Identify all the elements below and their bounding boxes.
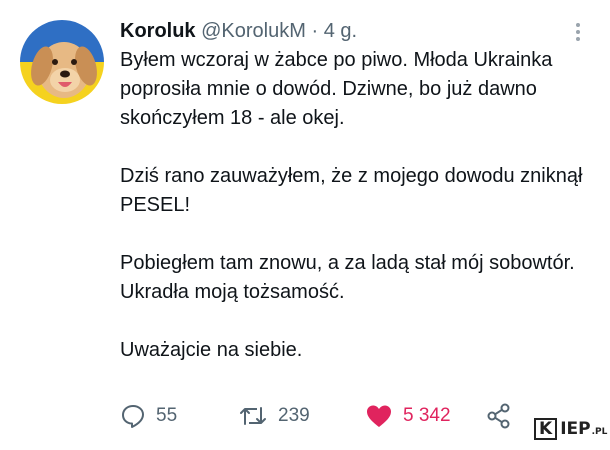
watermark-suffix: .PL	[591, 427, 608, 437]
tweet-paragraph: Pobiegłem tam znowu, a za ladą stał mój …	[120, 252, 575, 303]
reply-button[interactable]: 55	[120, 400, 177, 432]
header-separator: ·	[311, 20, 319, 42]
tweet-paragraph: Byłem wczoraj w żabce po piwo. Młoda Ukr…	[120, 49, 553, 129]
watermark-text: IEP	[560, 419, 591, 439]
tweet-paragraph: Uważajcie na siebie.	[120, 339, 303, 361]
tweet-paragraph: Dziś rano zauważyłem, że z mojego dowodu…	[120, 165, 583, 216]
share-button[interactable]	[485, 400, 513, 432]
reply-icon	[122, 405, 144, 428]
watermark-letter: K	[534, 418, 558, 440]
heart-icon	[367, 405, 391, 427]
like-button[interactable]: 5 342	[365, 400, 451, 432]
retweet-button[interactable]: 239	[238, 400, 310, 432]
tweet-header: Koroluk @KorolukM · 4 g.	[120, 17, 357, 45]
dog-avatar-icon	[20, 20, 104, 104]
avatar[interactable]	[20, 20, 104, 104]
author-name[interactable]: Koroluk	[120, 20, 196, 42]
tweet-text: Byłem wczoraj w żabce po piwo. Młoda Ukr…	[120, 46, 590, 365]
retweet-icon	[240, 407, 266, 425]
share-icon	[487, 403, 510, 429]
more-dot	[576, 37, 580, 41]
tweet-card: Koroluk @KorolukM · 4 g. Byłem wczoraj w…	[0, 0, 610, 450]
action-bar: 55 239 5 342	[120, 400, 540, 432]
more-dot	[576, 23, 580, 27]
reply-count: 55	[156, 405, 178, 426]
retweet-count: 239	[278, 405, 310, 426]
more-dot	[576, 30, 580, 34]
author-handle[interactable]: @KorolukM	[201, 20, 306, 42]
more-options-icon[interactable]	[568, 20, 588, 44]
tweet-timestamp[interactable]: 4 g.	[324, 20, 357, 42]
watermark: K IEP .PL	[534, 417, 607, 441]
like-count: 5 342	[403, 405, 451, 426]
